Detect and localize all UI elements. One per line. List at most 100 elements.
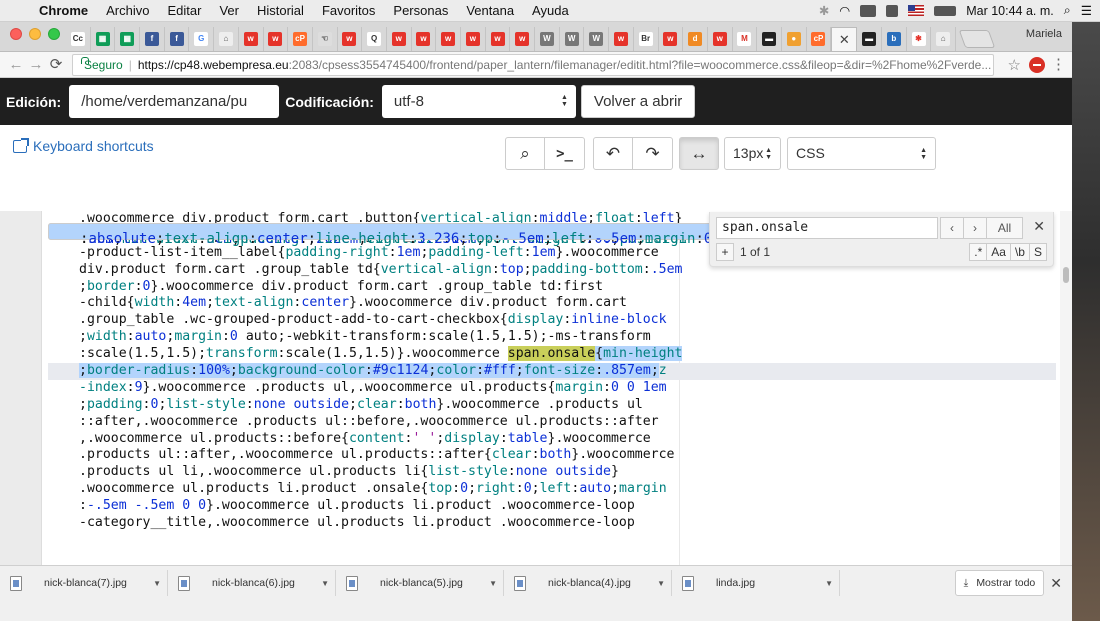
find-all-button[interactable]: All — [986, 217, 1023, 239]
browser-tab[interactable]: W — [584, 27, 610, 51]
editor-scrollbar[interactable] — [1060, 211, 1072, 565]
bluetooth-icon[interactable]: ✱ — [819, 3, 829, 18]
browser-tab[interactable]: W — [535, 27, 560, 51]
battery-icon[interactable] — [934, 5, 957, 16]
code-line[interactable]: .products ul li,.woocommerce ul.products… — [48, 464, 1056, 481]
code-line[interactable]: ;border:0}.woocommerce div.product form.… — [48, 279, 1056, 296]
volume-icon[interactable] — [886, 4, 899, 17]
reload-icon[interactable]: ⟳ — [46, 55, 66, 75]
code-line[interactable]: :absolute;text-align:center;line-height:… — [48, 223, 722, 247]
menu-ventana[interactable]: Ventana — [457, 3, 523, 18]
menu-ver[interactable]: Ver — [210, 3, 248, 18]
find-next-button[interactable]: › — [963, 217, 987, 239]
keyboard-shortcuts-link[interactable]: Keyboard shortcuts — [13, 137, 154, 154]
browser-tab[interactable]: w — [387, 27, 412, 51]
toggle-replace-button[interactable]: + — [716, 243, 734, 261]
menu-favoritos[interactable]: Favoritos — [313, 3, 384, 18]
show-all-downloads-button[interactable]: ⤓ Mostrar todo — [954, 570, 1045, 596]
browser-tab[interactable]: w — [708, 27, 733, 51]
code-line[interactable]: -category__title,.woocommerce ul.product… — [48, 515, 1056, 532]
close-window-button[interactable] — [10, 28, 22, 40]
code-line[interactable]: .products ul::after,.woocommerce ul.prod… — [48, 447, 1056, 464]
browser-tab[interactable]: w — [659, 27, 684, 51]
close-shelf-icon[interactable]: ✕ — [1050, 570, 1062, 596]
browser-tab[interactable]: ☜ — [313, 27, 338, 51]
browser-tab[interactable]: ⌂ — [214, 27, 239, 51]
extension-stop-icon[interactable] — [1029, 56, 1045, 73]
menu-editar[interactable]: Editar — [158, 3, 210, 18]
profile-name[interactable]: Mariela — [1026, 28, 1062, 40]
search-button[interactable]: ⌕ — [505, 137, 545, 170]
browser-tab[interactable]: ▬ — [857, 27, 882, 51]
undo-button[interactable]: ↶ — [593, 137, 633, 170]
browser-tab[interactable]: cP — [807, 27, 832, 51]
browser-tab[interactable]: ● — [782, 27, 807, 51]
download-item[interactable]: nick-blanca(7).jpg ▼ — [4, 570, 168, 596]
word-wrap-toggle[interactable]: ↔ — [679, 137, 719, 170]
code-line[interactable]: -index:9}.woocommerce .products ul,.wooc… — [48, 380, 1056, 397]
browser-tab[interactable]: f — [165, 27, 190, 51]
goto-line-button[interactable]: >_ — [545, 137, 585, 170]
browser-tab[interactable]: Cc — [66, 27, 91, 51]
redo-button[interactable]: ↷ — [633, 137, 673, 170]
close-icon[interactable]: ✕ — [1033, 218, 1045, 235]
browser-tab[interactable]: W — [560, 27, 585, 51]
font-size-select[interactable]: 13px ▲ ▼ — [724, 137, 781, 170]
whole-word-toggle[interactable]: \b — [1010, 243, 1030, 261]
browser-tab[interactable]: w — [486, 27, 511, 51]
browser-tab[interactable]: ▦ — [115, 27, 141, 51]
chevron-down-icon[interactable]: ▼ — [321, 579, 335, 588]
forward-arrow-icon[interactable]: → — [26, 55, 46, 75]
code-line[interactable]: :-.5em -.5em 0 0}.woocommerce ul.product… — [48, 498, 1056, 515]
code-line[interactable]: ;border-radius:100%;background-color:#9c… — [48, 363, 1056, 380]
browser-tab[interactable]: ✱ — [907, 27, 932, 51]
syntax-mode-select[interactable]: CSS ▲ ▼ — [787, 137, 936, 170]
case-sensitive-toggle[interactable]: Aa — [987, 243, 1011, 261]
new-tab-button[interactable] — [958, 30, 996, 48]
code-line[interactable]: ::after,.woocommerce .products ul::befor… — [48, 414, 1056, 431]
menu-app-chrome[interactable]: Chrome — [30, 3, 97, 18]
code-line[interactable]: -child{width:4em;text-align:center}.wooc… — [48, 295, 1056, 312]
browser-tab[interactable]: w — [609, 27, 634, 51]
chevron-down-icon[interactable]: ▼ — [153, 579, 167, 588]
browser-tab[interactable]: G — [189, 27, 215, 51]
browser-tab[interactable]: w — [436, 27, 461, 51]
browser-tab[interactable]: w — [510, 27, 536, 51]
code-line[interactable]: ,.woocommerce ul.products::before{conten… — [48, 431, 1056, 448]
browser-tab[interactable]: ▬ — [757, 27, 782, 51]
menu-historial[interactable]: Historial — [248, 3, 313, 18]
notification-center-icon[interactable]: ☰ — [1081, 3, 1092, 18]
browser-tab[interactable]: d — [683, 27, 708, 51]
browser-tab[interactable]: Br — [634, 27, 659, 51]
browser-tab[interactable]: ▦ — [91, 27, 116, 51]
wifi-icon[interactable]: ◠ — [839, 3, 850, 18]
browser-tab[interactable]: w — [239, 27, 264, 51]
download-item[interactable]: nick-blanca(5).jpg ▼ — [340, 570, 504, 596]
regex-toggle[interactable]: .* — [969, 243, 988, 261]
spotlight-icon[interactable]: ⌕ — [1064, 3, 1071, 18]
browser-tab[interactable]: w — [412, 27, 437, 51]
code-line[interactable]: :scale(1.5,1.5);transform:scale(1.5,1.5)… — [48, 346, 1056, 363]
browser-tab[interactable]: Q — [362, 27, 387, 51]
menu-archivo[interactable]: Archivo — [97, 3, 158, 18]
file-path-field[interactable]: /home/verdemanzana/pu — [69, 85, 280, 118]
code-line[interactable]: ;padding:0;list-style:none outside;clear… — [48, 397, 1056, 414]
chevron-down-icon[interactable]: ▼ — [489, 579, 503, 588]
browser-tab[interactable]: b — [882, 27, 907, 51]
chevron-down-icon[interactable]: ▼ — [825, 579, 839, 588]
browser-tab[interactable]: f — [140, 27, 165, 51]
input-source-flag-icon[interactable] — [908, 5, 925, 16]
chrome-menu-icon[interactable]: ⋮ — [1051, 57, 1066, 72]
scrollbar-thumb[interactable] — [1063, 267, 1069, 283]
chevron-down-icon[interactable]: ▼ — [657, 579, 671, 588]
download-item[interactable]: nick-blanca(4).jpg ▼ — [508, 570, 672, 596]
minimize-window-button[interactable] — [29, 28, 41, 40]
search-selection-toggle[interactable]: S — [1029, 243, 1047, 261]
menu-ayuda[interactable]: Ayuda — [523, 3, 578, 18]
download-item[interactable]: linda.jpg ▼ — [676, 570, 840, 596]
menu-personas[interactable]: Personas — [384, 3, 457, 18]
address-bar[interactable]: Seguro | https://cp48.webempresa.eu:2083… — [72, 53, 994, 76]
bookmark-star-icon[interactable]: ☆ — [1008, 56, 1021, 74]
browser-tab[interactable]: w — [461, 27, 486, 51]
close-icon[interactable]: ✕ — [839, 32, 850, 48]
